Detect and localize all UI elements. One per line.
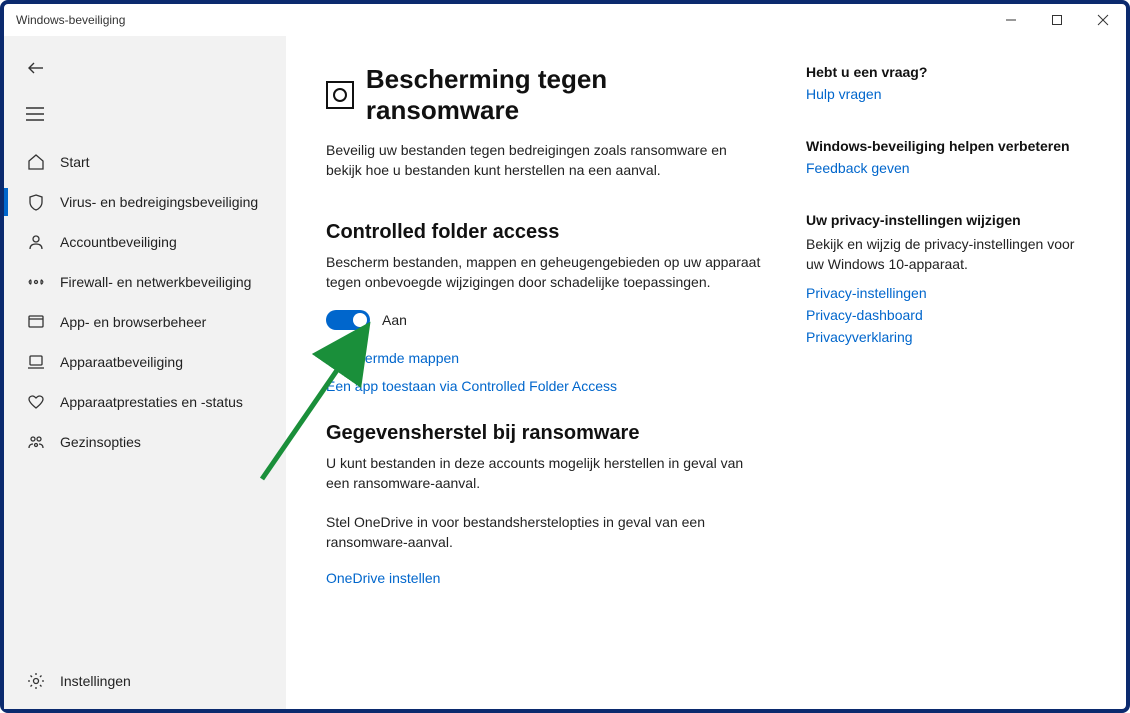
nav-health[interactable]: Apparaatprestaties en -status <box>4 382 286 422</box>
cfa-toggle-label: Aan <box>382 312 407 328</box>
page-title: Bescherming tegen ransomware <box>326 64 766 126</box>
maximize-button[interactable] <box>1034 4 1080 36</box>
aside-help-link[interactable]: Hulp vragen <box>806 86 1096 102</box>
network-icon <box>26 272 46 292</box>
back-button[interactable] <box>26 50 286 86</box>
nav-start[interactable]: Start <box>4 142 286 182</box>
allow-app-link[interactable]: Een app toestaan via Controlled Folder A… <box>326 378 766 394</box>
title-bar: Windows-beveiliging <box>4 4 1126 36</box>
aside-improve-heading: Windows-beveiliging helpen verbeteren <box>806 138 1096 154</box>
cfa-heading: Controlled folder access <box>326 221 766 244</box>
app-icon <box>26 312 46 332</box>
minimize-button[interactable] <box>988 4 1034 36</box>
nav-device[interactable]: Apparaatbeveiliging <box>4 342 286 382</box>
close-button[interactable] <box>1080 4 1126 36</box>
nav-label: App- en browserbeheer <box>60 314 206 330</box>
ransomware-icon <box>326 81 354 109</box>
aside-privacy-text: Bekijk en wijzig de privacy-instellingen… <box>806 234 1096 275</box>
heart-icon <box>26 392 46 412</box>
nav-label: Virus- en bedreigingsbeveiliging <box>60 194 258 210</box>
nav-firewall[interactable]: Firewall- en netwerkbeveiliging <box>4 262 286 302</box>
aside-privacy-heading: Uw privacy-instellingen wijzigen <box>806 212 1096 228</box>
sidebar: Start Virus- en bedreigingsbeveiliging A… <box>4 36 286 709</box>
recovery-desc: U kunt bestanden in deze accounts mogeli… <box>326 453 766 494</box>
family-icon <box>26 432 46 452</box>
content: Bescherming tegen ransomware Beveilig uw… <box>286 36 1126 709</box>
cfa-desc: Bescherm bestanden, mappen en geheugenge… <box>326 252 766 293</box>
page-intro: Beveilig uw bestanden tegen bedreigingen… <box>326 140 766 181</box>
aside-feedback-link[interactable]: Feedback geven <box>806 160 1096 176</box>
person-icon <box>26 232 46 252</box>
nav-virus[interactable]: Virus- en bedreigingsbeveiliging <box>4 182 286 222</box>
nav-label: Accountbeveiliging <box>60 234 177 250</box>
shield-icon <box>26 192 46 212</box>
device-icon <box>26 352 46 372</box>
nav-label: Firewall- en netwerkbeveiliging <box>60 274 251 290</box>
onedrive-link[interactable]: OneDrive instellen <box>326 570 766 586</box>
recovery-heading: Gegevensherstel bij ransomware <box>326 422 766 445</box>
aside-question-heading: Hebt u een vraag? <box>806 64 1096 80</box>
cfa-toggle[interactable] <box>326 310 370 330</box>
protected-folders-link[interactable]: Beschermde mappen <box>326 350 766 366</box>
menu-button[interactable] <box>26 96 286 132</box>
nav-label: Start <box>60 154 90 170</box>
onedrive-text: Stel OneDrive in voor bestandsherstelopt… <box>326 512 766 553</box>
nav-account[interactable]: Accountbeveiliging <box>4 222 286 262</box>
gear-icon <box>26 671 46 691</box>
aside-privacy-settings-link[interactable]: Privacy-instellingen <box>806 285 1096 301</box>
nav-appbrowser[interactable]: App- en browserbeheer <box>4 302 286 342</box>
nav-label: Gezinsopties <box>60 434 141 450</box>
window-title: Windows-beveiliging <box>16 13 125 27</box>
aside-privacy-dashboard-link[interactable]: Privacy-dashboard <box>806 307 1096 323</box>
aside-privacy-statement-link[interactable]: Privacyverklaring <box>806 329 1096 345</box>
nav: Start Virus- en bedreigingsbeveiliging A… <box>4 142 286 709</box>
nav-family[interactable]: Gezinsopties <box>4 422 286 462</box>
nav-label: Apparaatbeveiliging <box>60 354 183 370</box>
nav-label: Apparaatprestaties en -status <box>60 394 243 410</box>
home-icon <box>26 152 46 172</box>
nav-label: Instellingen <box>60 673 131 689</box>
nav-settings[interactable]: Instellingen <box>4 653 286 709</box>
